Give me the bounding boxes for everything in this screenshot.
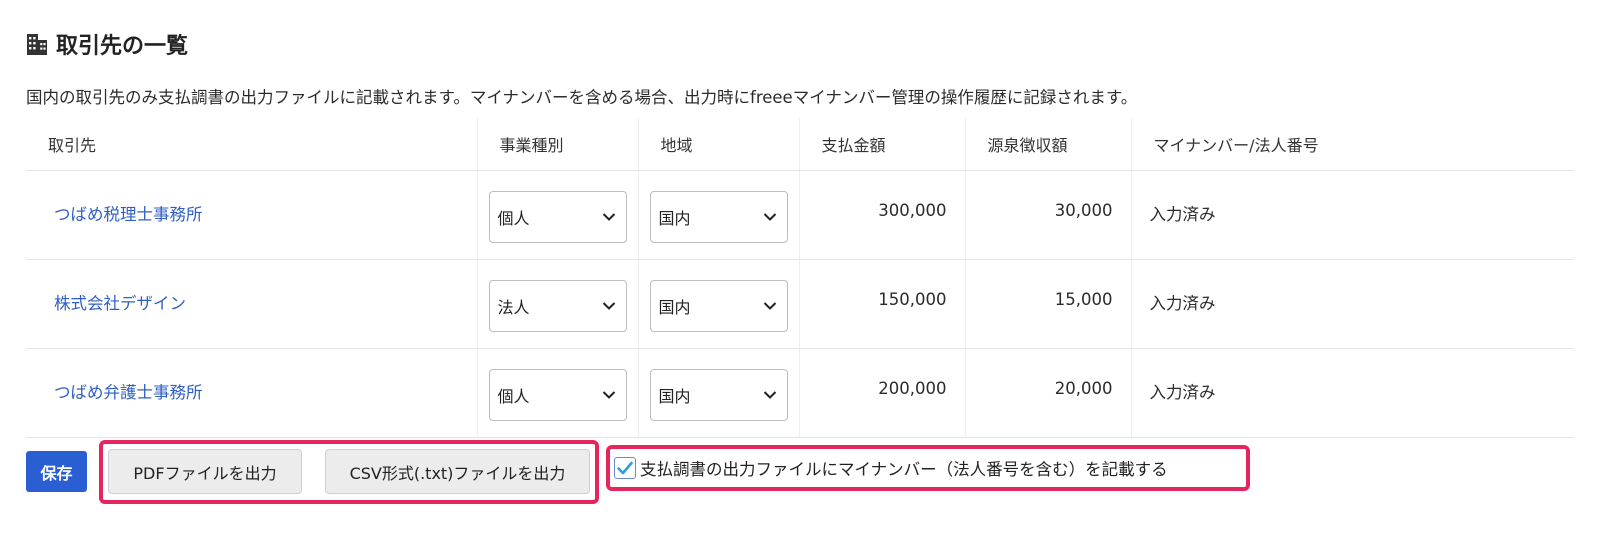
column-header-withholding: 源泉徴収額: [965, 118, 1132, 171]
column-header-mynumber: マイナンバー/法人番号: [1131, 118, 1574, 171]
business-type-value: 法人: [497, 297, 530, 317]
partner-link[interactable]: 株式会社デザイン: [54, 294, 186, 313]
withholding-amount: 15,000: [965, 259, 1132, 349]
chevron-down-icon: [763, 301, 776, 310]
region-select[interactable]: 国内: [649, 368, 788, 421]
chevron-down-icon: [602, 212, 615, 221]
partners-table: 取引先 事業種別 地域 支払金額 源泉徴収額 マイナンバー/法人番号 つばめ税理…: [26, 118, 1574, 438]
export-pdf-button[interactable]: PDFファイルを出力: [108, 449, 302, 494]
region-select[interactable]: 国内: [649, 190, 788, 243]
mynumber-status: 入力済み: [1131, 348, 1574, 438]
include-mynumber-option[interactable]: 支払調書の出力ファイルにマイナンバー（法人番号を含む）を記載する: [614, 456, 1168, 480]
column-header-payment: 支払金額: [799, 118, 966, 171]
table-row: つばめ税理士事務所 個人 国内 300,000 30,000 入力済み: [26, 170, 1574, 260]
table-header-row: 取引先 事業種別 地域 支払金額 源泉徴収額 マイナンバー/法人番号: [26, 118, 1574, 171]
partner-link[interactable]: つばめ弁護士事務所: [54, 383, 203, 402]
business-type-value: 個人: [497, 208, 530, 228]
section-description: 国内の取引先のみ支払調書の出力ファイルに記載されます。マイナンバーを含める場合、…: [26, 88, 1138, 107]
region-value: 国内: [658, 297, 691, 317]
business-type-select[interactable]: 個人: [488, 190, 627, 243]
region-value: 国内: [658, 386, 691, 406]
partner-link[interactable]: つばめ税理士事務所: [54, 205, 203, 224]
region-value: 国内: [658, 208, 691, 228]
payment-amount: 150,000: [799, 259, 966, 349]
mynumber-status: 入力済み: [1131, 170, 1574, 260]
include-mynumber-checkbox[interactable]: [614, 457, 636, 479]
table-row: 株式会社デザイン 法人 国内 150,000 15,000 入力済み: [26, 259, 1574, 349]
withholding-amount: 30,000: [965, 170, 1132, 260]
chevron-down-icon: [763, 212, 776, 221]
business-type-select[interactable]: 法人: [488, 279, 627, 332]
export-csv-button[interactable]: CSV形式(.txt)ファイルを出力: [325, 449, 590, 494]
mynumber-status: 入力済み: [1131, 259, 1574, 349]
business-type-select[interactable]: 個人: [488, 368, 627, 421]
table-row: つばめ弁護士事務所 個人 国内 200,000 20,000 入力済み: [26, 348, 1574, 438]
payment-amount: 200,000: [799, 348, 966, 438]
chevron-down-icon: [602, 301, 615, 310]
column-header-region: 地域: [638, 118, 800, 171]
building-icon: [27, 34, 47, 55]
include-mynumber-label: 支払調書の出力ファイルにマイナンバー（法人番号を含む）を記載する: [640, 460, 1168, 479]
withholding-amount: 20,000: [965, 348, 1132, 438]
payment-amount: 300,000: [799, 170, 966, 260]
save-button[interactable]: 保存: [26, 451, 87, 492]
check-icon: [617, 461, 633, 475]
chevron-down-icon: [602, 390, 615, 399]
page-title: 取引先の一覧: [56, 34, 189, 59]
section-header: 取引先の一覧: [26, 28, 188, 60]
column-header-partner: 取引先: [26, 118, 478, 171]
region-select[interactable]: 国内: [649, 279, 788, 332]
column-header-business-type: 事業種別: [477, 118, 639, 171]
chevron-down-icon: [763, 390, 776, 399]
business-type-value: 個人: [497, 386, 530, 406]
